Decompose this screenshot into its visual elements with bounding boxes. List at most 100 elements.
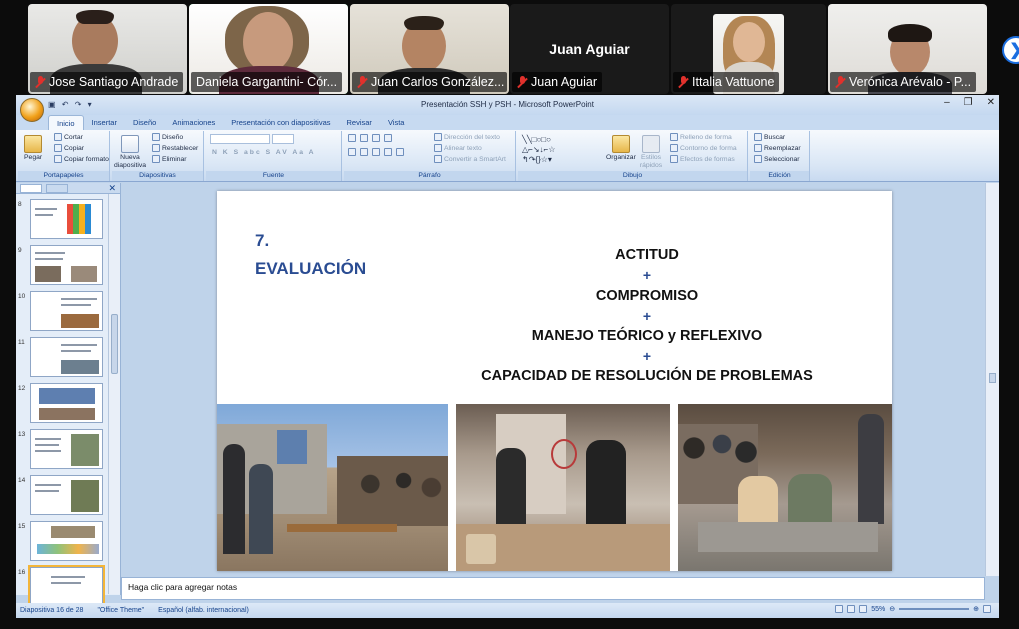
slideshow-view-icon[interactable] (859, 605, 868, 613)
participant-name: Verónica Arévalo - P... (849, 75, 972, 89)
plus-sign: + (642, 348, 652, 364)
participant-name: Juan Carlos González... (371, 75, 505, 89)
tab-diseno[interactable]: Diseño (125, 115, 164, 130)
tab-presentacion[interactable]: Presentación con diapositivas (223, 115, 338, 130)
direccion-texto-button[interactable]: Dirección del texto (434, 133, 500, 141)
list-buttons[interactable] (348, 134, 392, 142)
participant-tile-1[interactable]: Jose Santiago Andrade (28, 4, 187, 94)
slide-scrollbar[interactable] (985, 183, 999, 576)
office-button-icon[interactable] (20, 98, 44, 122)
scissors-icon (54, 133, 62, 141)
effects-icon (670, 155, 678, 163)
pegar-button[interactable]: Pegar (24, 135, 42, 161)
outline-icon (670, 144, 678, 152)
organizar-label: Organizar (606, 154, 636, 161)
close-panel-icon[interactable]: ✕ (108, 183, 116, 194)
maximize-icon[interactable]: ❐ (964, 97, 973, 108)
language-indicator[interactable]: Español (alfab. internacional) (158, 607, 249, 614)
window-controls: – ❐ ✕ (944, 97, 995, 108)
zoom-in-icon[interactable]: ⊕ (973, 605, 979, 613)
tab-inicio[interactable]: Inicio (48, 115, 84, 130)
restablecer-button[interactable]: Restablecer (152, 144, 198, 152)
thumbnail-scrollbar[interactable] (108, 194, 120, 594)
slide-thumbnail[interactable] (30, 245, 103, 285)
arrange-icon (611, 135, 630, 153)
contorno-forma-button[interactable]: Contorno de forma (670, 144, 737, 152)
organizar-button[interactable]: Organizar (606, 135, 636, 161)
minimize-icon[interactable]: – (944, 97, 950, 108)
font-size-select[interactable] (272, 134, 294, 144)
efectos-formas-button[interactable]: Efectos de formas (670, 155, 735, 163)
zoom-level[interactable]: 55% (871, 606, 885, 613)
diseno-button[interactable]: Diseño (152, 133, 183, 141)
copiar-button[interactable]: Copiar (54, 144, 84, 152)
group-parrafo: Dirección del texto Alinear texto Conver… (344, 131, 516, 181)
relleno-forma-button[interactable]: Relleno de forma (670, 133, 732, 141)
pegar-label: Pegar (24, 154, 43, 161)
quick-styles-icon (642, 135, 660, 153)
binoculars-icon (754, 133, 762, 141)
thumb-number: 12 (18, 385, 26, 392)
current-slide[interactable]: 7. EVALUACIÓN ACTITUD + COMPROMISO + MAN… (217, 191, 892, 571)
slide-thumbnail-selected[interactable] (28, 565, 105, 609)
tab-animaciones[interactable]: Animaciones (164, 115, 223, 130)
sorter-view-icon[interactable] (847, 605, 856, 613)
font-format-buttons[interactable]: N K S abc S AV Aa A (212, 149, 316, 156)
plus-sign: + (642, 308, 652, 324)
window-title: Presentación SSH y PSH - Microsoft Power… (16, 95, 999, 115)
slides-tab[interactable] (20, 184, 42, 193)
participant-tile-2[interactable]: Daniela Gargantini- Cór... (189, 4, 348, 94)
muted-mic-icon (35, 75, 45, 89)
participant-tile-6[interactable]: Verónica Arévalo - P... (828, 4, 987, 94)
thumb-number: 14 (18, 477, 26, 484)
criterion-compromiso: COMPROMISO (595, 288, 699, 304)
copiar-formato-button[interactable]: Copiar formato (54, 155, 109, 163)
eliminar-button[interactable]: Eliminar (152, 155, 187, 163)
cortar-button[interactable]: Cortar (54, 133, 83, 141)
thumb-number: 11 (18, 339, 25, 346)
slide-thumbnail[interactable] (30, 337, 103, 377)
zoom-slider[interactable] (899, 608, 970, 610)
reemplazar-button[interactable]: Reemplazar (754, 144, 801, 152)
nueva-diapositiva-button[interactable]: Nueva diapositiva (114, 135, 146, 170)
notes-pane[interactable]: Haga clic para agregar notas (121, 577, 985, 600)
muted-mic-icon (835, 75, 845, 89)
slide-thumbnail[interactable] (30, 475, 103, 515)
criterion-actitud: ACTITUD (615, 247, 679, 263)
relleno-label: Relleno de forma (680, 133, 732, 141)
outline-tab[interactable] (46, 184, 68, 193)
alinear-texto-button[interactable]: Alinear texto (434, 144, 482, 152)
participant-name-bar: Ittalia Vattuone (673, 72, 780, 92)
participant-tile-3[interactable]: Juan Carlos González... (350, 4, 509, 94)
estilos-rapidos-button[interactable]: Estilos rápidos (638, 135, 664, 170)
slide-thumbnail[interactable] (30, 429, 103, 469)
shapes-gallery[interactable]: ╲╲□○□○ △⌐↘↓⌐☆ ↰↷{}☆▾ (522, 134, 596, 166)
group-label: Fuente (206, 171, 341, 181)
next-page-arrow-icon[interactable]: ❯ (1002, 36, 1019, 64)
thumb-number: 8 (18, 201, 22, 208)
fill-icon (670, 133, 678, 141)
buscar-button[interactable]: Buscar (754, 133, 785, 141)
slide-thumbnail[interactable] (30, 383, 103, 423)
participant-tile-5[interactable]: Ittalia Vattuone (671, 4, 826, 94)
font-name-select[interactable] (210, 134, 270, 144)
slide-thumbnail[interactable] (30, 291, 103, 331)
participant-name-bar: Juan Aguiar (512, 72, 603, 92)
tab-insertar[interactable]: Insertar (84, 115, 125, 130)
align-buttons[interactable] (348, 148, 404, 156)
participant-tile-4[interactable]: Juan Aguiar Juan Aguiar (510, 4, 669, 94)
tab-vista[interactable]: Vista (380, 115, 413, 130)
close-icon[interactable]: ✕ (987, 97, 995, 108)
tab-revisar[interactable]: Revisar (339, 115, 380, 130)
thumb-number: 10 (18, 293, 26, 300)
group-label: Portapapeles (18, 171, 109, 181)
quick-access-toolbar[interactable]: ▣ ↶ ↷ ▾ (48, 100, 94, 109)
seleccionar-button[interactable]: Seleccionar (754, 155, 800, 163)
align-text-icon (434, 144, 442, 152)
normal-view-icon[interactable] (835, 605, 844, 613)
zoom-out-icon[interactable]: ⊖ (889, 605, 895, 613)
fit-window-icon[interactable] (983, 605, 991, 613)
smartart-button[interactable]: Convertir a SmartArt (434, 155, 506, 163)
slide-thumbnail[interactable] (30, 521, 103, 561)
slide-thumbnail[interactable] (30, 199, 103, 239)
